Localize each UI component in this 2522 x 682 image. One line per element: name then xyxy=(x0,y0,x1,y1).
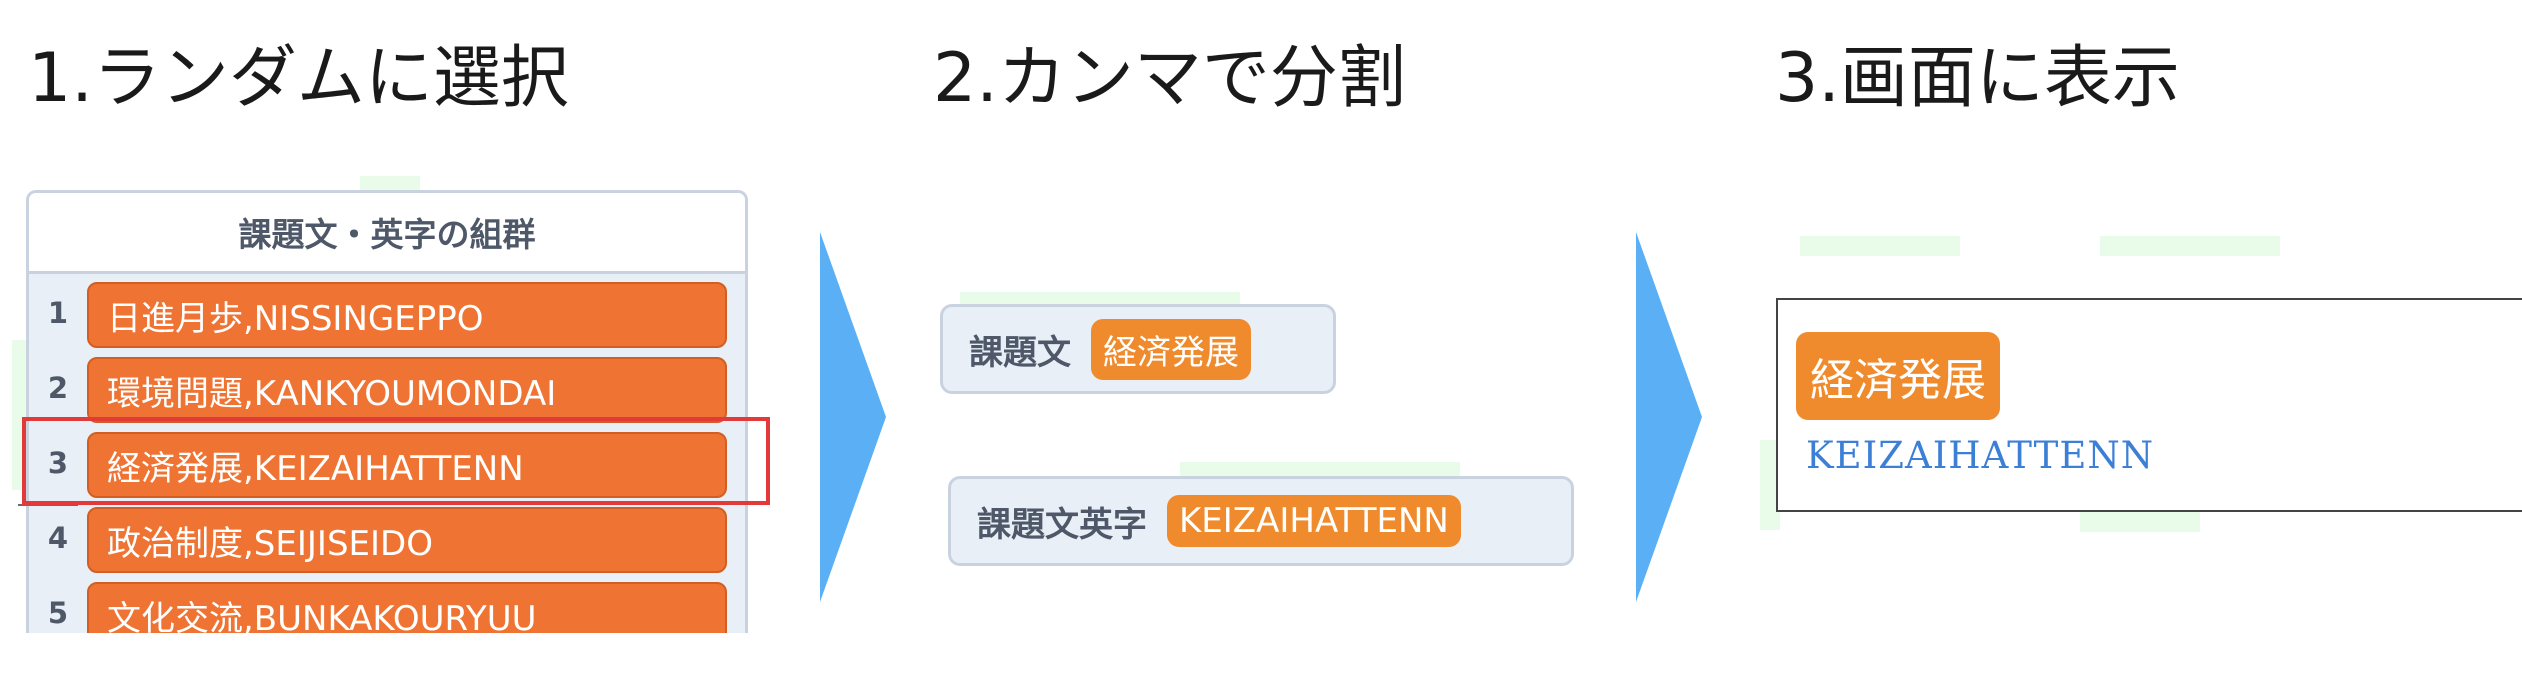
right-arrow-icon xyxy=(820,232,886,602)
list-item-block[interactable]: 環境問題,KANKYOUMONDAI xyxy=(87,357,727,423)
list-row: 5 文化交流,BUNKAKOURYUU xyxy=(29,582,745,633)
display-romaji: KEIZAIHATTENN xyxy=(1806,434,2155,477)
reporter-label: 課題文英字 xyxy=(977,504,1147,545)
list-row: 1 日進月歩,NISSINGEPPO xyxy=(29,282,745,352)
list-item-block[interactable]: 政治制度,SEIJISEIDO xyxy=(87,507,727,573)
reporter-value: 経済発展 xyxy=(1091,318,1251,380)
background-shape xyxy=(2080,510,2200,532)
list-item-block[interactable]: 日進月歩,NISSINGEPPO xyxy=(87,282,727,348)
row-index: 1 xyxy=(47,296,69,330)
row-index: 4 xyxy=(47,521,69,555)
right-arrow-icon xyxy=(1636,232,1702,602)
reporter-label: 課題文 xyxy=(969,332,1071,373)
display-word: 経済発展 xyxy=(1796,332,2000,420)
reporter-kadaibun[interactable]: 課題文 経済発展 xyxy=(940,304,1336,394)
background-shape xyxy=(2100,236,2280,256)
step3-title: 3.画面に表示 xyxy=(1775,39,2180,118)
list-item-block[interactable]: 文化交流,BUNKAKOURYUU xyxy=(87,582,727,633)
row-index: 2 xyxy=(47,371,69,405)
list-row: 4 政治制度,SEIJISEIDO xyxy=(29,507,745,577)
list-header: 課題文・英字の組群 xyxy=(29,193,745,274)
step2-title: 2.カンマで分割 xyxy=(933,39,1406,118)
background-shape xyxy=(1800,236,1960,256)
reporter-kadaibun-eiji[interactable]: 課題文英字 KEIZAIHATTENN xyxy=(948,476,1574,566)
reporter-value: KEIZAIHATTENN xyxy=(1167,495,1461,547)
step1-title: 1.ランダムに選択 xyxy=(28,39,569,118)
selection-highlight xyxy=(22,417,770,505)
row-index: 5 xyxy=(47,596,69,630)
background-shape xyxy=(1180,462,1460,476)
word-list: 課題文・英字の組群 1 日進月歩,NISSINGEPPO 2 環境問題,KANK… xyxy=(26,190,748,633)
